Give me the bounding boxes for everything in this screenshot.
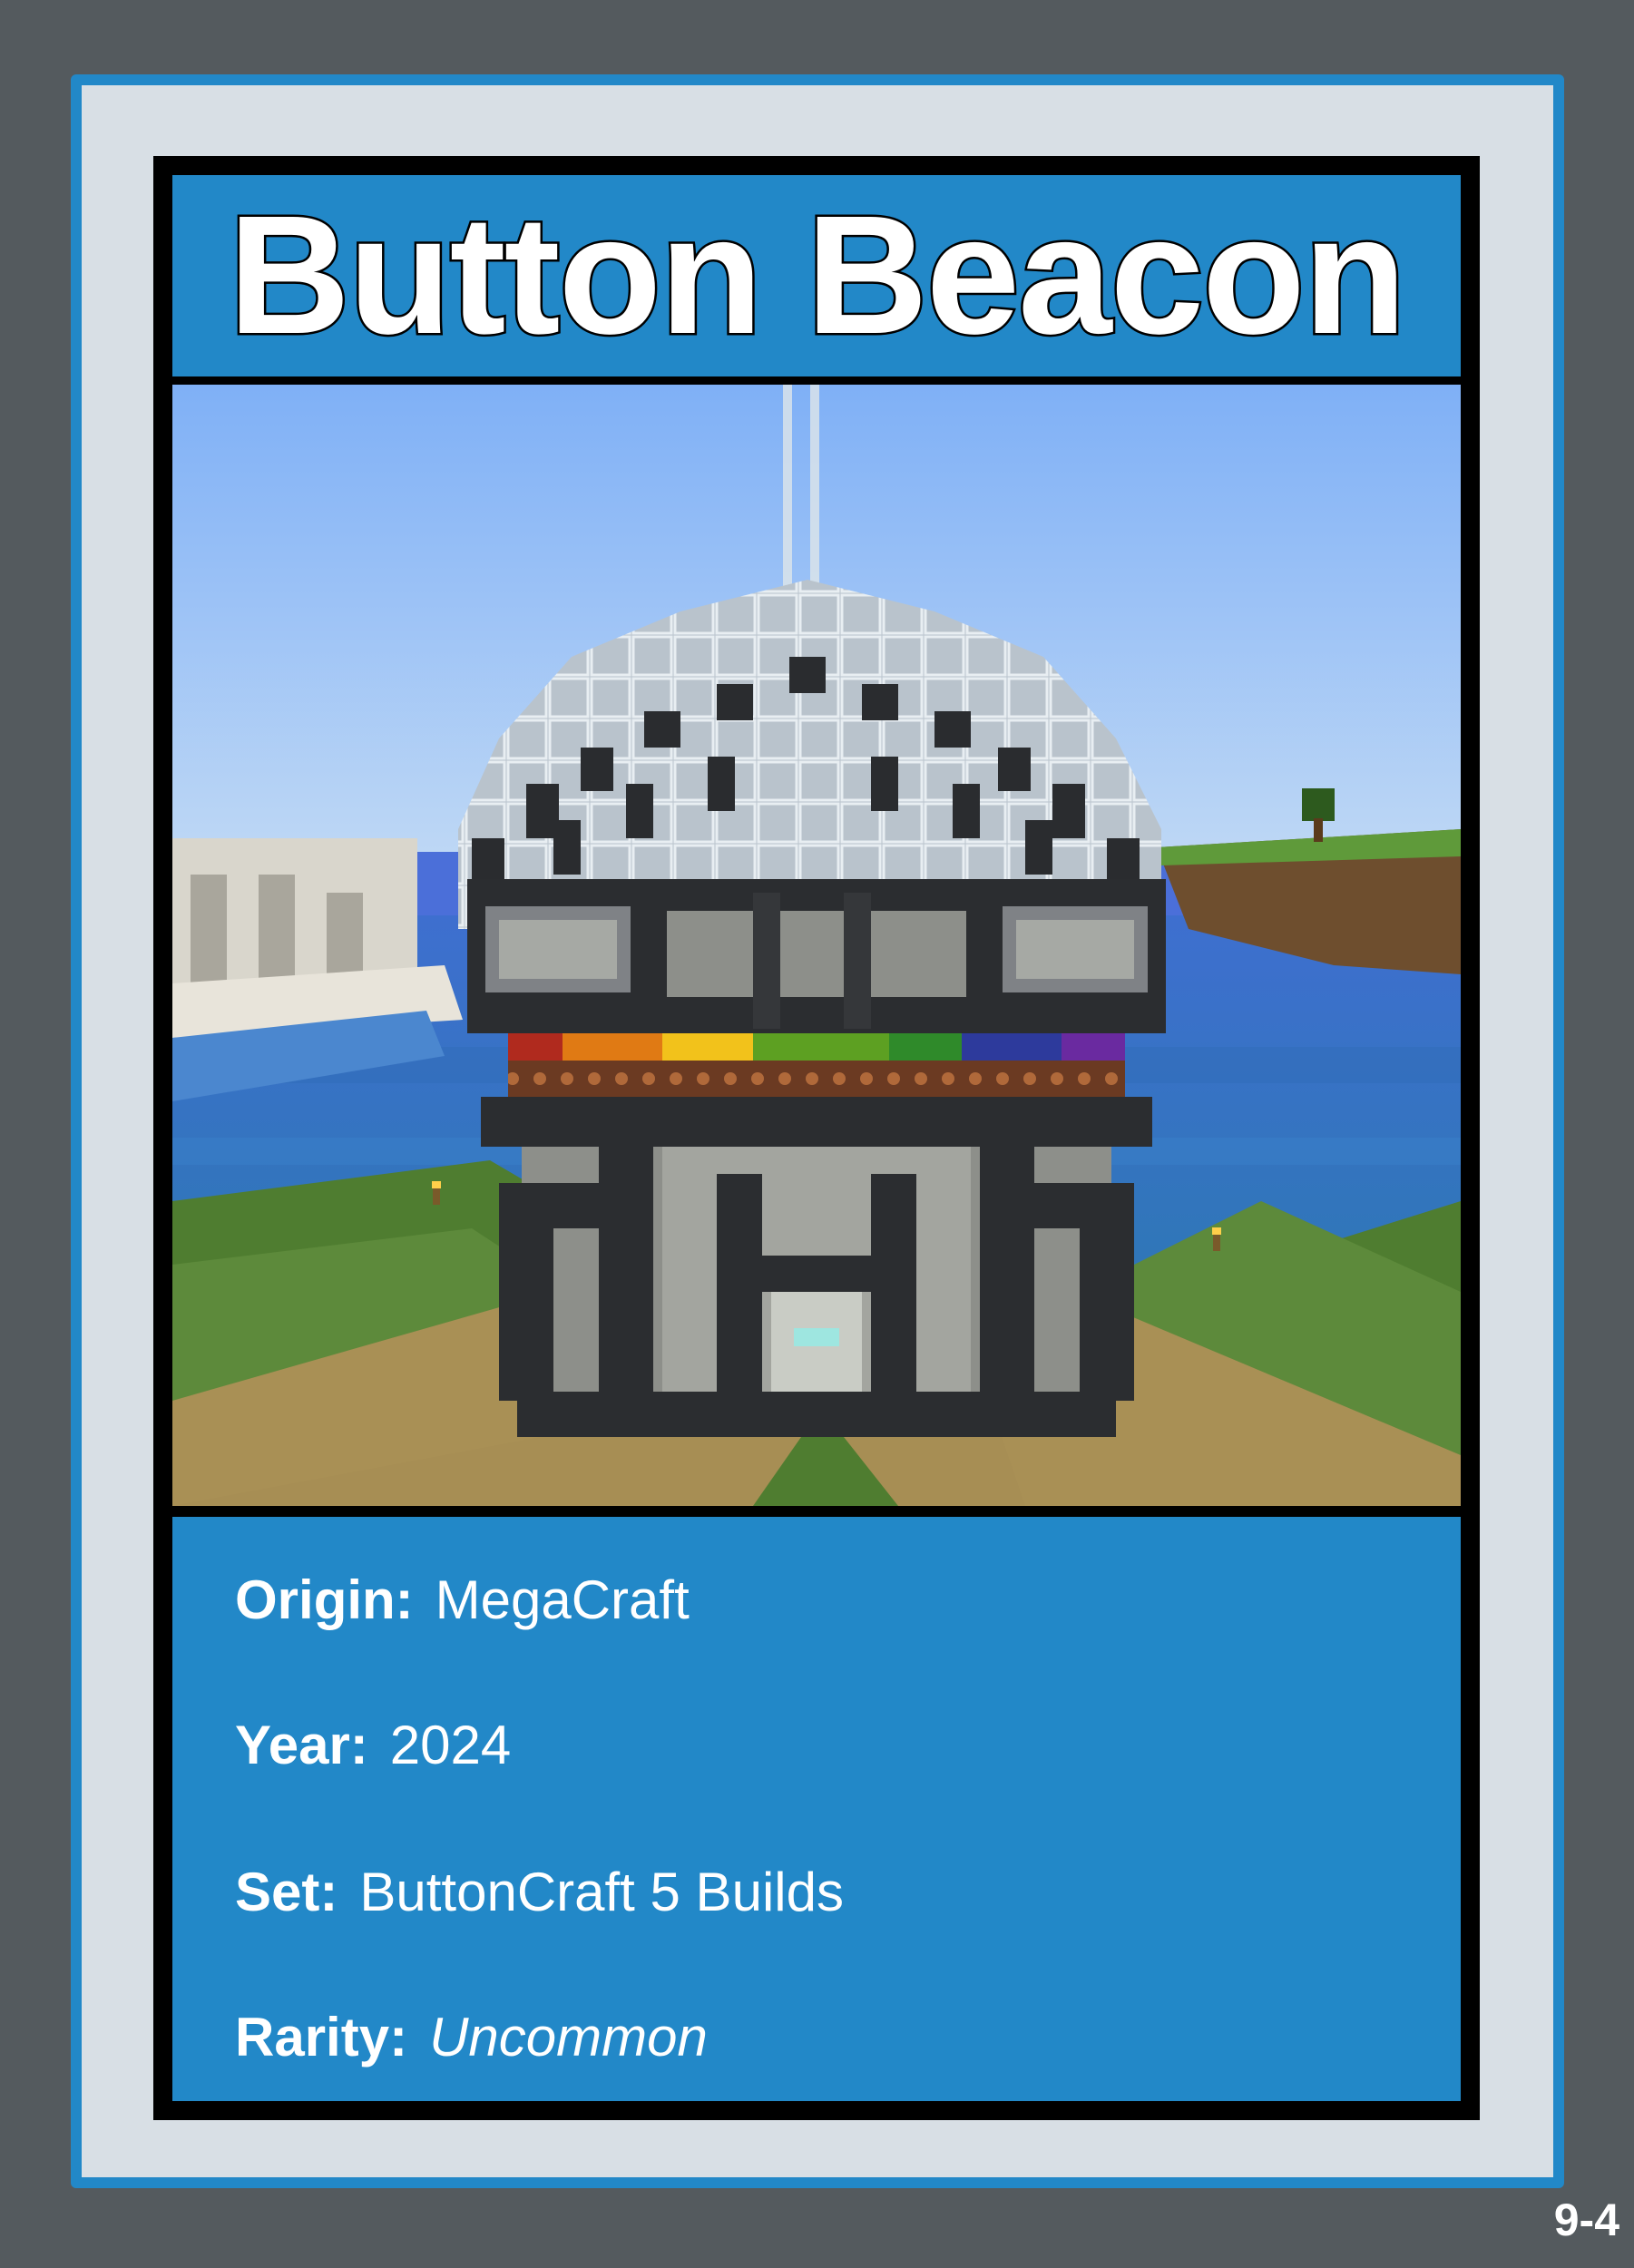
build-screenshot (172, 385, 1461, 1506)
field-year-value: 2024 (389, 1715, 512, 1775)
field-origin: Origin: MegaCraft (235, 1573, 690, 1628)
card-title: Button Beacon (226, 181, 1409, 369)
field-set-value: ButtonCraft 5 Builds (359, 1862, 844, 1922)
field-set-label: Set: (235, 1862, 338, 1922)
field-rarity: Rarity: Uncommon (235, 2010, 708, 2065)
card-info-panel: Origin: MegaCraft Year: 2024 Set: ButtonCra… (172, 1517, 1461, 2101)
card-frame: Button Beacon Origin: MegaCraft Year: 20… (153, 156, 1480, 2120)
trading-card: Button Beacon Origin: MegaCraft Year: 20… (71, 74, 1564, 2188)
field-origin-label: Origin: (235, 1569, 414, 1630)
card-number: 9-4 (1553, 2195, 1619, 2245)
card-inner-panel: Button Beacon Origin: MegaCraft Year: 20… (82, 85, 1553, 2177)
title-bar: Button Beacon (172, 175, 1461, 376)
field-origin-value: MegaCraft (435, 1569, 690, 1630)
field-year: Year: 2024 (235, 1718, 511, 1773)
field-year-label: Year: (235, 1715, 368, 1775)
field-rarity-label: Rarity: (235, 2007, 408, 2068)
field-set: Set: ButtonCraft 5 Builds (235, 1865, 844, 1920)
field-rarity-value: Uncommon (429, 2007, 708, 2068)
